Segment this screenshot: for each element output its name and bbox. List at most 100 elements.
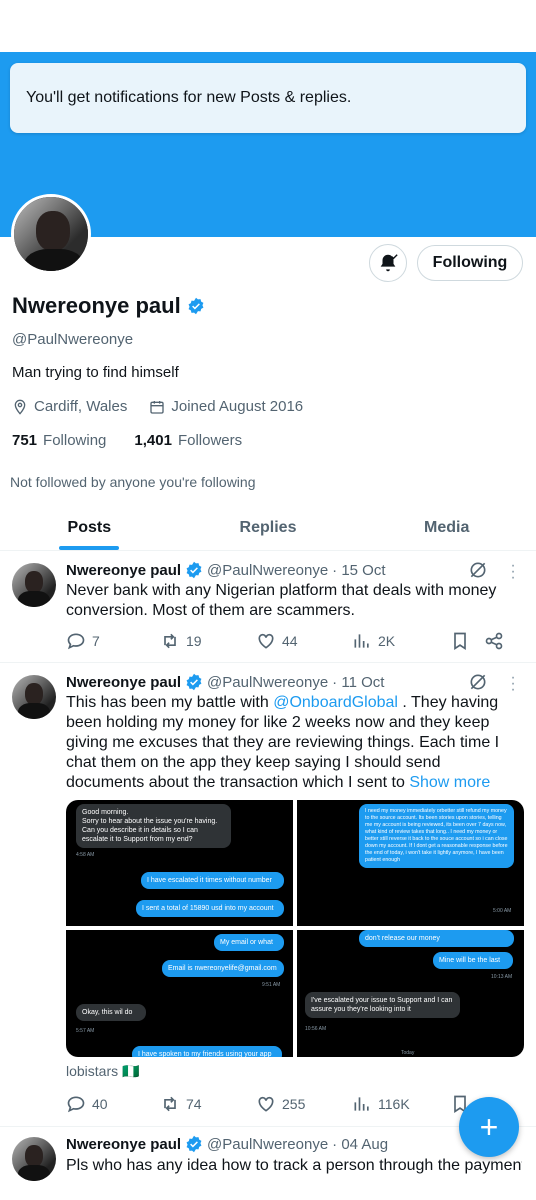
like-count: 44 [282, 633, 298, 649]
post-handle[interactable]: @PaulNwereonye [207, 562, 328, 579]
post-handle[interactable]: @PaulNwereonye [207, 1136, 328, 1153]
more-options-icon[interactable]: · · · [509, 558, 517, 586]
like-count: 255 [282, 1096, 306, 1112]
profile-bio: Man trying to find himself [12, 364, 179, 381]
share-icon [485, 632, 503, 650]
tab-media[interactable]: Media [357, 505, 536, 550]
following-label[interactable]: Following [43, 432, 106, 449]
calendar-icon [150, 400, 165, 414]
tab-posts[interactable]: Posts [0, 505, 179, 550]
post-1[interactable]: Nwereonye paul @PaulNwereonye · 15 Oct ·… [0, 551, 536, 663]
like-button[interactable]: 255 [256, 1094, 352, 1114]
media-image-3[interactable]: My email or what Email is nwereonyelife@… [66, 930, 293, 1057]
profile-meta: Cardiff, Wales Joined August 2016 [12, 398, 303, 415]
grok-icon[interactable] [468, 672, 488, 692]
views-chart-icon [354, 634, 369, 648]
post-handle[interactable]: @PaulNwereonye [207, 674, 328, 691]
reply-icon [67, 633, 85, 650]
post-header: Nwereonye paul @PaulNwereonye · 11 Oct [66, 673, 384, 691]
profile-joined: Joined August 2016 [171, 398, 304, 415]
repost-icon [164, 1096, 176, 1112]
profile-avatar[interactable] [11, 194, 91, 274]
post-3[interactable]: Nwereonye paul @PaulNwereonye · 04 Aug P… [0, 1127, 536, 1200]
post-text: This has been my battle with @OnboardGlo… [66, 693, 522, 793]
post-date[interactable]: · 11 Oct [332, 674, 384, 691]
chat-bubble: My email or what [214, 934, 284, 951]
post-date[interactable]: · 04 Aug [332, 1136, 388, 1153]
repost-count: 19 [186, 633, 202, 649]
mention-link[interactable]: @OnboardGlobal [273, 694, 398, 711]
profile-name-row: Nwereonye paul [12, 293, 205, 319]
views-chart-icon [354, 1097, 369, 1111]
post-text: Pls who has any idea how to track a pers… [66, 1157, 522, 1174]
reply-button[interactable]: 40 [66, 1094, 160, 1114]
followers-label[interactable]: Followers [178, 432, 242, 449]
more-options-icon[interactable]: · · · [509, 670, 517, 698]
share-button[interactable] [484, 631, 504, 651]
post-date[interactable]: · 15 Oct [332, 562, 385, 579]
like-button[interactable]: 44 [256, 631, 352, 651]
repost-button[interactable]: 19 [160, 631, 256, 651]
grok-icon[interactable] [468, 560, 488, 580]
verified-badge-icon [186, 1135, 202, 1153]
profile-location: Cardiff, Wales [34, 398, 128, 415]
verified-badge-icon [188, 297, 204, 315]
post-header: Nwereonye paul @PaulNwereonye · 04 Aug [66, 1135, 388, 1153]
following-button[interactable]: Following [417, 245, 523, 281]
views-button[interactable]: 2K [352, 631, 450, 651]
profile-counts: 751 Following 1,401 Followers [12, 432, 242, 449]
post-media-grid[interactable]: Good morning. Sorry to hear about the is… [66, 800, 524, 1057]
reply-icon [67, 1096, 85, 1113]
views-count: 2K [378, 633, 396, 649]
reply-count: 7 [92, 633, 100, 649]
chat-bubble: Mine will be the last [433, 952, 513, 969]
bell-check-icon [380, 254, 398, 272]
chat-bubble: Good morning. Sorry to hear about the is… [76, 804, 231, 848]
following-count[interactable]: 751 [12, 432, 37, 449]
location-icon [14, 399, 26, 415]
heart-icon [258, 1096, 274, 1112]
post-avatar[interactable] [12, 563, 56, 607]
verified-badge-icon [186, 561, 202, 579]
bookmark-button[interactable] [450, 631, 484, 651]
chat-bubble: don't release our money [359, 930, 514, 947]
media-image-2[interactable]: I need my money immediately orbetter sti… [297, 800, 524, 926]
post-avatar[interactable] [12, 675, 56, 719]
bookmark-icon [454, 632, 466, 651]
media-image-4[interactable]: don't release our money Mine will be the… [297, 930, 524, 1057]
status-bar-area [0, 0, 536, 52]
show-more-link[interactable]: Show more [409, 774, 490, 791]
profile-name: Nwereonye paul [12, 293, 181, 318]
followers-count[interactable]: 1,401 [134, 432, 172, 449]
chat-bubble: I sent a total of 15890 usd into my acco… [136, 900, 284, 917]
chat-time: 9:51 AM [262, 982, 281, 988]
repost-button[interactable]: 74 [160, 1094, 256, 1114]
not-followed-note: Not followed by anyone you're following [10, 474, 256, 490]
profile-handle: @PaulNwereonye [12, 331, 134, 348]
post-actions: 40 74 255 116K [66, 1094, 516, 1114]
plus-icon: + [479, 1108, 499, 1145]
post-author[interactable]: Nwereonye paul [66, 1136, 181, 1153]
notification-toast: You'll get notifications for new Posts &… [10, 63, 526, 133]
chat-bubble: I have spoken to my friends using your a… [132, 1046, 282, 1057]
chat-time: 5:57 AM [76, 1028, 95, 1034]
chat-bubble: Email is nwereonyelife@gmail.com [162, 960, 284, 977]
notification-bell-button[interactable] [369, 244, 407, 282]
post-avatar[interactable] [12, 1137, 56, 1181]
reply-count: 40 [92, 1096, 108, 1112]
post-author[interactable]: Nwereonye paul [66, 674, 181, 691]
heart-icon [258, 633, 274, 649]
repost-icon [164, 633, 176, 649]
post-text-part: This has been my battle with [66, 694, 274, 711]
post-source-tag[interactable]: lobistars 🇳🇬 [66, 1063, 139, 1080]
profile-tabs: Posts Replies Media [0, 505, 536, 551]
views-button[interactable]: 116K [352, 1094, 450, 1114]
repost-count: 74 [186, 1096, 202, 1112]
post-author[interactable]: Nwereonye paul [66, 562, 181, 579]
tab-replies[interactable]: Replies [179, 505, 358, 550]
reply-button[interactable]: 7 [66, 631, 160, 651]
chat-time: 10:13 AM [491, 974, 513, 980]
compose-fab-button[interactable]: + [459, 1097, 519, 1157]
chat-time: 5:00 AM [493, 908, 512, 914]
media-image-1[interactable]: Good morning. Sorry to hear about the is… [66, 800, 293, 926]
